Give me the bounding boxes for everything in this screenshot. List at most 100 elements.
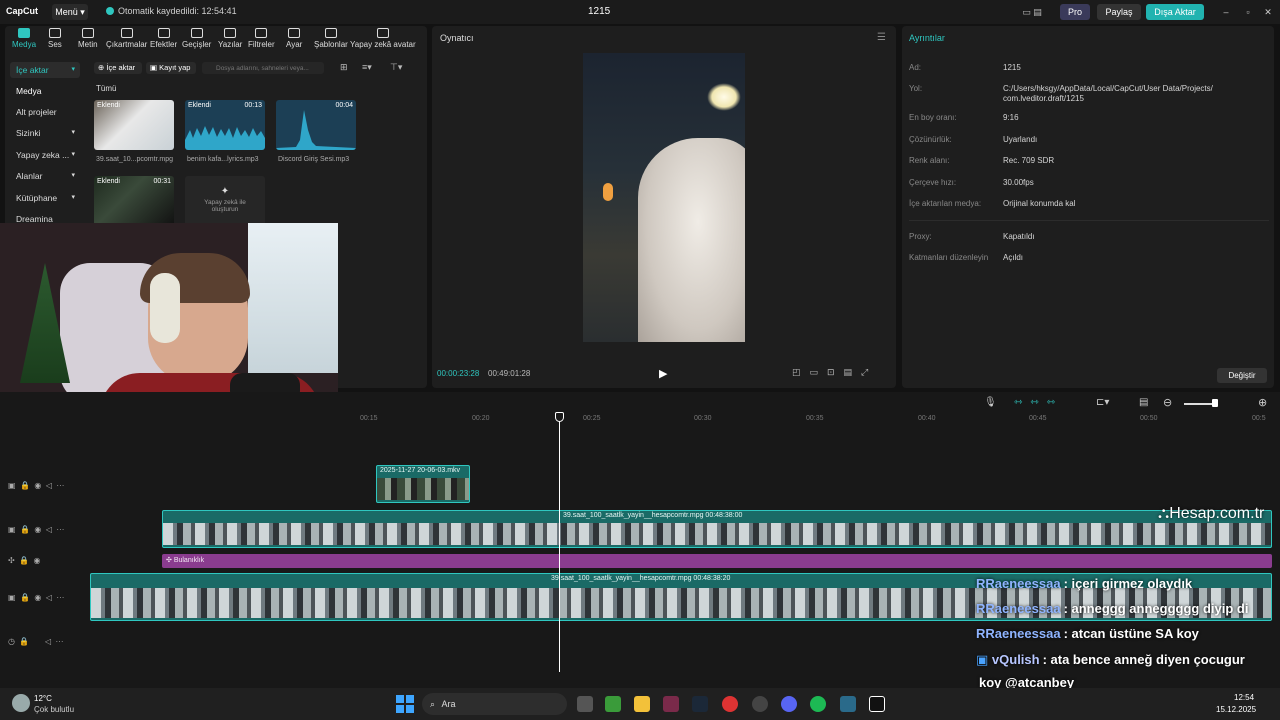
player-menu-icon[interactable]: ☰ (877, 32, 886, 43)
overlay-clip[interactable]: 2025-11-27 20-06-03.mkv (376, 465, 470, 503)
track-header-overlay[interactable]: ▣ 🔒 ◉ ◁ ··· (8, 481, 64, 490)
filter-icon[interactable]: ⊤▾ (390, 62, 402, 73)
toolbar-tab-0[interactable]: Medya (12, 28, 36, 49)
toolbar-tab-10[interactable]: Yapay zekâ avatar (350, 28, 416, 49)
track-header-main[interactable]: ▣ 🔒 ◉ ◁ ··· (8, 593, 64, 602)
export-button[interactable]: Dışa Aktar (1146, 4, 1204, 20)
layout-icon[interactable]: ▭ ▤ (1012, 4, 1052, 20)
sidebar-item-0[interactable]: İçe aktar ▾ (10, 62, 80, 78)
track-header-video[interactable]: ▣ 🔒 ◉ ◁ ··· (8, 525, 64, 534)
toolbar-tab-2[interactable]: Metin (78, 28, 98, 49)
file-explorer-icon[interactable] (634, 696, 650, 712)
track-header-audio[interactable]: ◷ 🔒 ◁ ··· (8, 637, 64, 646)
minimize-icon[interactable]: – (1220, 4, 1232, 20)
sidebar-item-5[interactable]: Alanlar ▾ (10, 168, 80, 184)
menu-button[interactable]: Menü ▾ (52, 4, 88, 20)
discord-icon[interactable] (781, 696, 797, 712)
toolbar-tab-3[interactable]: Çıkartmalar (106, 28, 147, 49)
app-icon[interactable] (663, 696, 679, 712)
player-controls-icon[interactable]: ◰▭⊡▤⤢ (792, 367, 877, 378)
maximize-icon[interactable]: ▫ (1242, 4, 1254, 20)
share-button[interactable]: Paylaş (1097, 4, 1141, 20)
detail-value: Rec. 709 SDR (1003, 156, 1055, 165)
minecraft-icon[interactable] (605, 696, 621, 712)
mic-icon[interactable]: 🎙 (984, 397, 997, 408)
track-header-effect[interactable]: ✣ 🔒 ◉ (8, 556, 41, 565)
clock-time[interactable]: 12:54 (1234, 693, 1254, 702)
sidebar-item-3[interactable]: Sizinki ▾ (10, 125, 80, 141)
record-button[interactable]: ▣ Kayıt yap (146, 62, 196, 74)
sidebar-item-1[interactable]: Medya (10, 83, 80, 99)
playhead-handle[interactable] (555, 412, 564, 422)
sidebar-item-6[interactable]: Kütüphane ▾ (10, 190, 80, 206)
media-tile-video[interactable]: Eklendi 00:31 (94, 176, 174, 226)
play-icon[interactable]: ▶ (659, 367, 667, 380)
toolbar-tab-1[interactable]: Ses (48, 28, 62, 49)
toolbar-tab-6[interactable]: Yazılar (218, 28, 242, 49)
filter-all-label[interactable]: Tümü (96, 84, 116, 93)
sort-icon[interactable]: ≡▾ (362, 62, 372, 73)
clock-date[interactable]: 15.12.2025 (1216, 705, 1256, 714)
tile-duration: 00:04 (335, 102, 353, 109)
toolbar-tab-9[interactable]: Şablonlar (314, 28, 348, 49)
chat-user: RRaeneessaa (976, 626, 1061, 641)
tab-icon (48, 28, 61, 38)
chat-message: RRaeneessaa: anneggg anneggggg diyip di (976, 601, 1248, 616)
tile-duration: 00:31 (153, 178, 171, 185)
media-tile-audio[interactable]: Eklendi 00:13 (185, 100, 265, 150)
toolbar-tab-7[interactable]: Filtreler (248, 28, 275, 49)
pro-label: Pro (1067, 7, 1082, 17)
video-preview[interactable] (583, 53, 745, 342)
details-divider (909, 220, 1269, 221)
snap-icons[interactable]: ⇿⇿⇿ (1014, 397, 1063, 408)
preview-icon[interactable]: ▤ (1139, 397, 1148, 408)
weather-desc[interactable]: Çok bulutlu (34, 705, 74, 714)
ruler-tick: 00:15 (360, 415, 378, 422)
ai-create-tile[interactable]: ✦ Yapay zekâ ile oluşturun (185, 176, 265, 226)
media-tile-video[interactable]: Eklendi (94, 100, 174, 150)
toolbar-tab-8[interactable]: Ayar (286, 28, 302, 49)
title-bar: CapCut Menü ▾ Otomatik kaydedildi: 12:54… (0, 0, 1280, 24)
timeline-ruler[interactable]: 00:15 00:20 00:25 00:30 00:35 00:40 00:45 00:50… (0, 413, 1280, 425)
weather-icon[interactable] (12, 694, 30, 712)
chat-text: : atcan üstüne SA koy (1063, 626, 1199, 641)
video-clip[interactable]: 39.saat_100_saatlk_yayin__hesapcomtr.mpg… (162, 510, 1272, 548)
import-button[interactable]: ⊕ İçe aktar (94, 62, 142, 74)
spotify-icon[interactable] (810, 696, 826, 712)
toolbar-tab-5[interactable]: Geçişler (182, 28, 211, 49)
detail-value: 1215 (1003, 63, 1021, 72)
weather-temp[interactable]: 12°C (34, 694, 52, 703)
tab-icon (120, 28, 133, 38)
app-icon-3[interactable] (840, 696, 856, 712)
steam-icon[interactable] (692, 696, 708, 712)
detail-label: Yol: (909, 84, 923, 93)
chevron-down-icon: ▾ (71, 129, 75, 136)
sidebar-item-2[interactable]: Alt projeler (10, 104, 80, 120)
zoom-in-icon[interactable]: ⊕ (1258, 396, 1267, 409)
sidebar-item-4[interactable]: Yapay zeka ... ▾ (10, 147, 80, 163)
toolbar-tab-4[interactable]: Efektler (150, 28, 177, 49)
change-button[interactable]: Değiştir (1217, 368, 1267, 383)
media-tile-audio[interactable]: 00:04 (276, 100, 356, 150)
grid-view-icon[interactable]: ⊞ (340, 62, 348, 73)
tile-name: Discord Giriş Sesi.mp3 (278, 156, 350, 163)
cat-body (638, 138, 745, 342)
effect-clip[interactable]: ✣ Bulanıklık (162, 554, 1272, 568)
taskbar-search[interactable]: ⌕ Ara (422, 693, 567, 715)
pro-badge[interactable]: Pro (1060, 4, 1090, 20)
zoom-slider-handle[interactable] (1212, 399, 1218, 407)
task-view-icon[interactable] (577, 696, 593, 712)
tab-icon (288, 28, 301, 38)
media-search-input[interactable] (202, 62, 324, 74)
windows-start-icon[interactable] (396, 695, 414, 713)
chrome-icon[interactable] (722, 696, 738, 712)
split-icon[interactable]: ⊏▾ (1096, 397, 1109, 408)
effect-name: Bulanıklık (173, 557, 205, 564)
app-icon-2[interactable] (752, 696, 768, 712)
detail-label: Katmanları düzenleyin (909, 253, 989, 262)
playhead[interactable] (559, 414, 560, 672)
capcut-icon[interactable] (869, 696, 885, 712)
close-icon[interactable]: ✕ (1262, 4, 1274, 20)
sidebar-item-label: Yapay zeka ... (16, 150, 70, 160)
zoom-out-icon[interactable]: ⊖ (1163, 396, 1172, 409)
